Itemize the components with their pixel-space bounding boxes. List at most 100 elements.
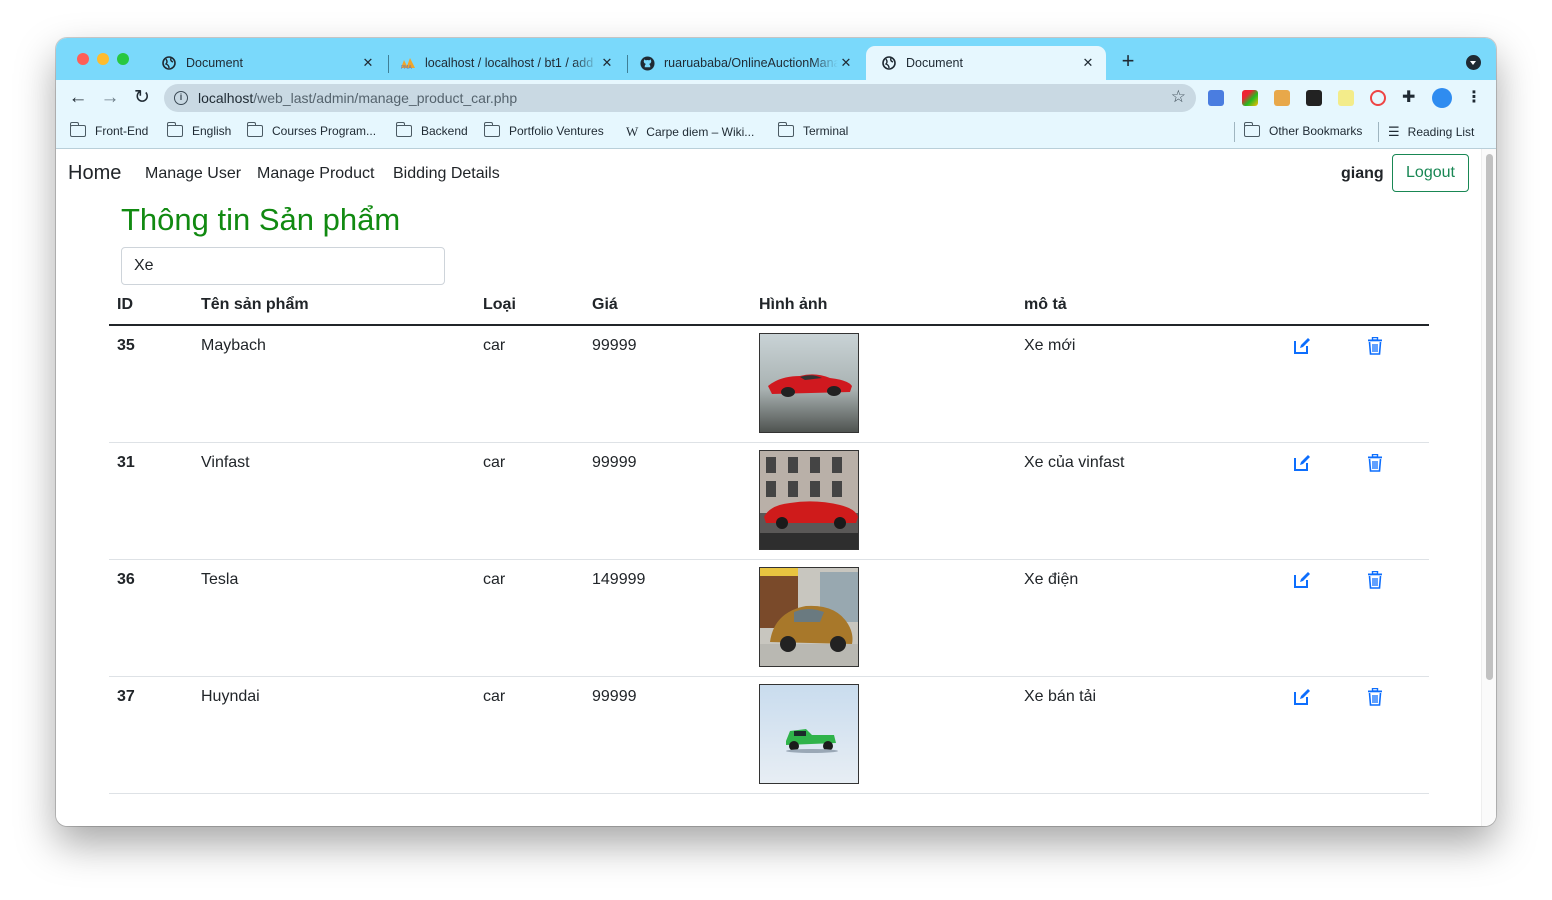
url-path: /web_last/admin/manage_product_car.php bbox=[253, 90, 518, 106]
tab-phpmyadmin[interactable]: PMA localhost / localhost / bt1 / add ✕ bbox=[385, 46, 625, 80]
bookmark-label: Front-End bbox=[95, 124, 149, 138]
cell-description: Xe của vinfast bbox=[1024, 454, 1125, 471]
column-header-description: mô tả bbox=[1024, 296, 1067, 313]
tab-search-icon[interactable] bbox=[1466, 55, 1481, 70]
tab-title: ruaruababa/OnlineAuctionMana bbox=[664, 56, 838, 70]
other-bookmarks[interactable]: Other Bookmarks bbox=[1243, 122, 1363, 138]
notes-extension-icon[interactable] bbox=[1338, 90, 1354, 106]
nav-link-bidding-details[interactable]: Bidding Details bbox=[393, 165, 500, 183]
close-tab-icon[interactable]: ✕ bbox=[838, 55, 854, 71]
close-tab-icon[interactable]: ✕ bbox=[599, 55, 615, 71]
cell-type: car bbox=[483, 337, 506, 354]
close-window-button[interactable] bbox=[77, 53, 89, 65]
vertical-scrollbar[interactable] bbox=[1481, 149, 1496, 826]
nav-link-manage-user[interactable]: Manage User bbox=[145, 165, 241, 183]
folder-icon bbox=[166, 122, 183, 137]
cell-type: car bbox=[483, 454, 506, 471]
cell-price: 149999 bbox=[592, 571, 646, 588]
bookmark-separator bbox=[1378, 122, 1379, 142]
cell-type: car bbox=[483, 571, 506, 588]
product-image-red-car-building-photo bbox=[759, 450, 859, 550]
column-header-name: Tên sản phẩm bbox=[201, 296, 309, 313]
bookmark-label: Backend bbox=[421, 124, 468, 138]
row-divider bbox=[109, 793, 1429, 794]
trash-icon[interactable] bbox=[1367, 336, 1385, 355]
bookmark-portfolio[interactable]: Portfolio Ventures bbox=[483, 122, 604, 138]
navbar-brand-home[interactable]: Home bbox=[68, 162, 121, 185]
bookmark-wikipedia[interactable]: W Carpe diem – Wiki... bbox=[626, 124, 754, 140]
product-image-vintage-beetle-photo bbox=[759, 567, 859, 667]
trash-icon[interactable] bbox=[1367, 570, 1385, 589]
maximize-window-button[interactable] bbox=[117, 53, 129, 65]
url-host: localhost bbox=[198, 90, 254, 106]
wikipedia-icon: W bbox=[626, 124, 639, 139]
new-tab-plus-icon[interactable]: + bbox=[1118, 50, 1138, 72]
tab-document-1[interactable]: Document ✕ bbox=[146, 46, 386, 80]
svg-text:PMA: PMA bbox=[401, 65, 412, 70]
globe-icon bbox=[161, 55, 177, 71]
reading-list[interactable]: ☰ Reading List bbox=[1388, 124, 1474, 140]
extension-icon[interactable] bbox=[1274, 90, 1290, 106]
bookmark-english[interactable]: English bbox=[166, 122, 231, 138]
bookmark-label: Other Bookmarks bbox=[1269, 124, 1363, 138]
bookmark-label: Portfolio Ventures bbox=[509, 124, 604, 138]
cell-id: 35 bbox=[117, 337, 135, 354]
reload-icon[interactable]: ↻ bbox=[131, 87, 153, 109]
tab-github[interactable]: ruaruababa/OnlineAuctionMana ✕ bbox=[624, 46, 864, 80]
page-title: Thông tin Sản phẩm bbox=[121, 202, 401, 237]
cell-description: Xe điện bbox=[1024, 571, 1079, 588]
extension-icon[interactable] bbox=[1306, 90, 1322, 106]
github-icon bbox=[639, 55, 655, 71]
cell-price: 99999 bbox=[592, 454, 637, 471]
cell-name: Maybach bbox=[201, 337, 266, 354]
kebab-menu-icon[interactable]: ⋮ bbox=[1463, 87, 1485, 109]
product-image-green-truck-photo bbox=[759, 684, 859, 784]
globe-icon bbox=[881, 55, 897, 71]
bookmark-backend[interactable]: Backend bbox=[395, 122, 468, 138]
tab-title: Document bbox=[906, 56, 963, 70]
cell-name: Tesla bbox=[201, 571, 239, 588]
cell-price: 99999 bbox=[592, 337, 637, 354]
forward-arrow-icon[interactable]: → bbox=[99, 87, 121, 109]
bookmark-label: Reading List bbox=[1407, 125, 1475, 139]
bookmark-terminal[interactable]: Terminal bbox=[777, 122, 848, 138]
page-content: Home Manage User Manage Product Bidding … bbox=[56, 149, 1496, 826]
table-header-divider bbox=[109, 324, 1429, 326]
address-bar[interactable]: i localhost/web_last/admin/manage_produc… bbox=[164, 84, 1196, 112]
close-tab-icon[interactable]: ✕ bbox=[1080, 55, 1096, 71]
logout-button[interactable]: Logout bbox=[1392, 154, 1469, 192]
row-divider bbox=[109, 559, 1429, 560]
cell-price: 99999 bbox=[592, 688, 637, 705]
edit-icon[interactable] bbox=[1293, 454, 1311, 472]
folder-icon bbox=[483, 122, 500, 137]
tab-document-active[interactable]: Document ✕ bbox=[866, 46, 1106, 80]
row-divider bbox=[109, 442, 1429, 443]
trash-icon[interactable] bbox=[1367, 453, 1385, 472]
search-input[interactable]: Xe bbox=[121, 247, 445, 285]
back-arrow-icon[interactable]: ← bbox=[67, 87, 89, 109]
puzzle-extensions-icon[interactable]: ✚ bbox=[1402, 90, 1418, 106]
extension-icon[interactable] bbox=[1242, 90, 1258, 106]
scrollbar-thumb[interactable] bbox=[1486, 154, 1493, 680]
username: giang bbox=[1341, 165, 1384, 182]
bookmark-front-end[interactable]: Front-End bbox=[69, 122, 149, 138]
extension-icon[interactable] bbox=[1370, 90, 1386, 106]
cell-name: Huyndai bbox=[201, 688, 260, 705]
site-info-icon[interactable]: i bbox=[174, 91, 188, 105]
edit-icon[interactable] bbox=[1293, 688, 1311, 706]
cell-id: 31 bbox=[117, 454, 135, 471]
nav-link-manage-product[interactable]: Manage Product bbox=[257, 165, 374, 183]
profile-avatar-icon[interactable] bbox=[1432, 88, 1452, 108]
close-tab-icon[interactable]: ✕ bbox=[360, 55, 376, 71]
address-url[interactable]: localhost/web_last/admin/manage_product_… bbox=[198, 90, 517, 106]
edit-icon[interactable] bbox=[1293, 337, 1311, 355]
edit-icon[interactable] bbox=[1293, 571, 1311, 589]
bookmark-separator bbox=[1234, 122, 1235, 142]
minimize-window-button[interactable] bbox=[97, 53, 109, 65]
trash-icon[interactable] bbox=[1367, 687, 1385, 706]
column-header-type: Loại bbox=[483, 296, 516, 313]
browser-toolbar: ← → ↻ i localhost/web_last/admin/manage_… bbox=[56, 80, 1496, 116]
bookmark-courses[interactable]: Courses Program... bbox=[246, 122, 376, 138]
translate-extension-icon[interactable] bbox=[1208, 90, 1224, 106]
bookmark-star-icon[interactable]: ☆ bbox=[1171, 87, 1186, 107]
